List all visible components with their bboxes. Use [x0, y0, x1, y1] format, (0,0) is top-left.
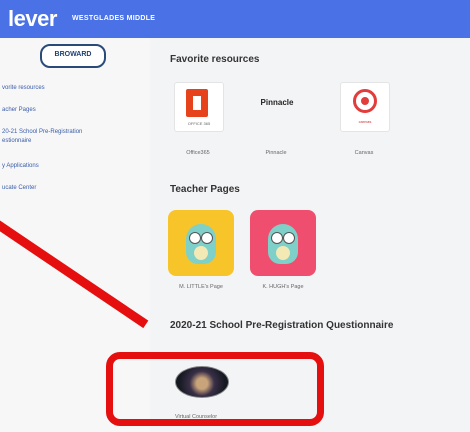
owl-belly: [276, 246, 290, 260]
canvas-tile-text: canvas: [358, 119, 372, 124]
sidebar-item-educate-center[interactable]: ucate Center: [2, 184, 142, 193]
owl-eye-icon: [271, 232, 283, 244]
owl-icon: [268, 224, 298, 264]
owl-eye-icon: [201, 232, 213, 244]
teacher-page-label-little[interactable]: M. LITTLE's Page: [166, 284, 236, 290]
canvas-label[interactable]: Canvas: [329, 150, 399, 156]
office-tile-text: OFFICE 365: [187, 121, 211, 126]
sidebar-item-questionnaire[interactable]: 20-21 School Pre-Registration estionnair…: [2, 128, 142, 146]
favorite-resources-heading: Favorite resources: [170, 54, 260, 65]
sidebar-item-favorite-resources[interactable]: vorite resources: [2, 84, 142, 93]
teacher-pages-heading: Teacher Pages: [170, 184, 240, 195]
clever-logo[interactable]: lever: [8, 6, 57, 32]
annotation-highlight-box: [106, 352, 324, 426]
owl-icon: [186, 224, 216, 264]
questionnaire-heading: 2020-21 School Pre-Registration Question…: [170, 320, 394, 331]
office-icon: [186, 89, 208, 117]
canvas-tile[interactable]: canvas: [340, 82, 390, 132]
office365-tile[interactable]: OFFICE 365: [174, 82, 224, 132]
pinnacle-label[interactable]: Pinnacle: [241, 150, 311, 156]
sidebar-item-teacher-pages[interactable]: acher Pages: [2, 106, 142, 115]
teacher-page-tile-hugh[interactable]: [250, 210, 316, 276]
teacher-page-tile-little[interactable]: [168, 210, 234, 276]
canvas-dot: [361, 97, 369, 105]
office365-label[interactable]: Office365: [163, 150, 233, 156]
pinnacle-icon: Pinnacle: [260, 98, 294, 107]
school-name: WESTGLADES MIDDLE: [72, 15, 156, 22]
sidebar-item-applications[interactable]: y Applications: [2, 162, 142, 171]
pinnacle-tile[interactable]: Pinnacle: [252, 82, 302, 132]
owl-eye-icon: [189, 232, 201, 244]
top-bar: lever WESTGLADES MIDDLE: [0, 0, 470, 38]
owl-belly: [194, 246, 208, 260]
teacher-page-label-hugh[interactable]: K. HUGH's Page: [248, 284, 318, 290]
owl-eye-icon: [283, 232, 295, 244]
district-logo: BROWARD: [40, 44, 106, 68]
